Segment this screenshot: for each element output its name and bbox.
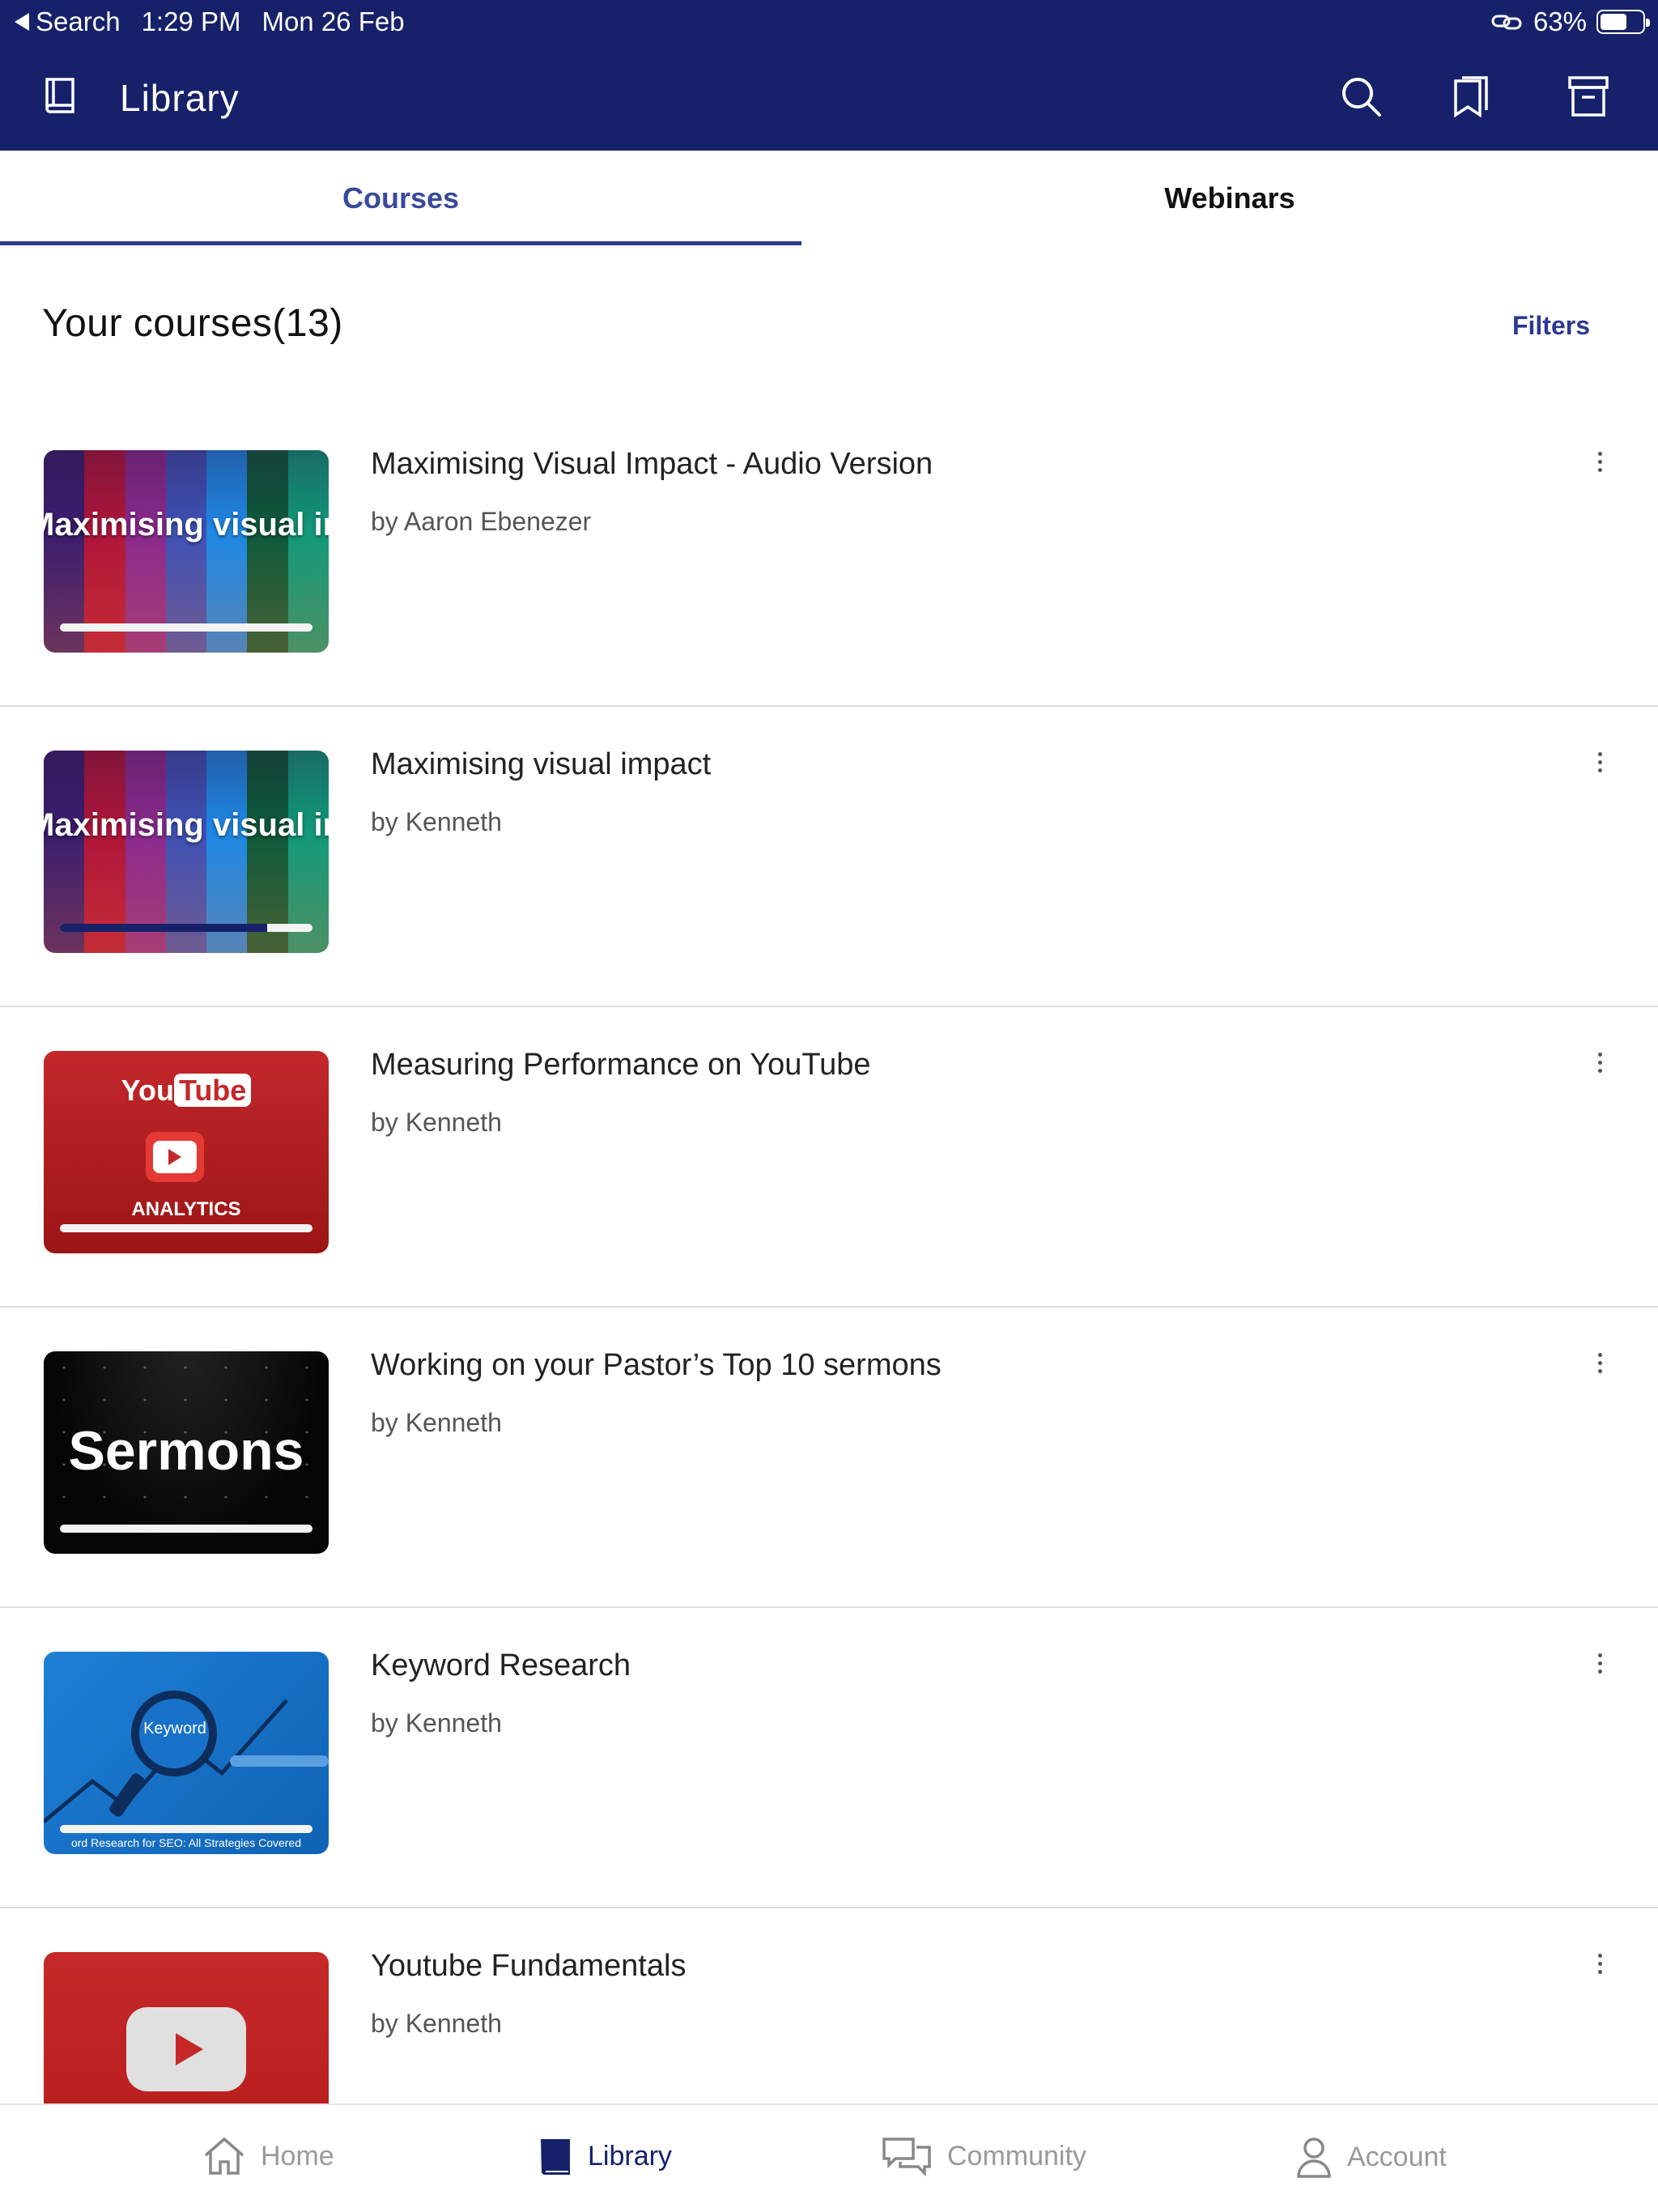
- account-icon: [1297, 2138, 1331, 2178]
- status-date: Mon 26 Feb: [261, 6, 405, 36]
- more-options-icon[interactable]: [1596, 1353, 1603, 1373]
- bookmarks-icon[interactable]: [1452, 74, 1490, 118]
- play-icon: [146, 1132, 204, 1182]
- course-title: Maximising visual impact: [371, 747, 712, 781]
- nav-library-label: Library: [588, 2140, 672, 2172]
- nav-library[interactable]: Library: [539, 2136, 672, 2176]
- section-title: Your courses(13): [42, 302, 343, 345]
- tab-webinars[interactable]: Webinars: [801, 151, 1658, 246]
- course-thumbnail: Maximising visual impact: [44, 751, 329, 953]
- search-icon[interactable]: [1339, 74, 1383, 118]
- course-thumbnail: Maximising visual impact: [44, 450, 329, 653]
- more-options-icon[interactable]: [1596, 1653, 1603, 1674]
- course-item[interactable]: Maximising visual impact Maximising visu…: [0, 707, 1658, 1007]
- thumbnail-text: Maximising visual impact: [44, 807, 329, 843]
- thumbnail-text: Keyword: [143, 1720, 206, 1738]
- course-author: by Kenneth: [371, 1708, 502, 1738]
- nav-account[interactable]: Account: [1295, 2136, 1447, 2178]
- archive-icon[interactable]: [1567, 74, 1609, 118]
- more-options-icon[interactable]: [1596, 452, 1603, 472]
- course-author: by Kenneth: [371, 1108, 502, 1137]
- back-label: Search: [36, 6, 121, 36]
- community-icon: [882, 2138, 931, 2176]
- nav-account-label: Account: [1347, 2141, 1447, 2172]
- more-options-icon[interactable]: [1596, 1053, 1603, 1073]
- course-item[interactable]: Sermons Working on your Pastor’s Top 10 …: [0, 1308, 1658, 1608]
- status-time: 1:29 PM: [141, 6, 241, 36]
- youtube-logo: You Tube: [44, 1074, 329, 1108]
- course-progress-bar: [60, 924, 312, 932]
- course-author: by Aaron Ebenezer: [371, 507, 592, 536]
- app-header-bar: Search 1:29 PM Mon 26 Feb 63% Library: [0, 0, 1658, 151]
- page-title: Library: [120, 77, 240, 119]
- course-title: Measuring Performance on YouTube: [371, 1048, 871, 1082]
- nav-community-label: Community: [947, 2140, 1086, 2172]
- play-icon: [126, 2007, 246, 2091]
- course-progress-bar: [60, 1525, 312, 1533]
- book-icon: [45, 78, 74, 113]
- battery-percent: 63%: [1533, 6, 1587, 36]
- course-title: Keyword Research: [371, 1648, 631, 1682]
- back-to-search-button[interactable]: Search: [15, 6, 121, 37]
- thumbnail-text: Sermons: [68, 1420, 304, 1482]
- course-progress-bar: [60, 1825, 312, 1833]
- bottom-navigation: Home Library Community Account: [0, 2104, 1658, 2212]
- link-icon: [1491, 15, 1522, 30]
- course-title: Working on your Pastor’s Top 10 sermons: [371, 1348, 942, 1382]
- nav-home[interactable]: Home: [202, 2136, 334, 2176]
- course-thumbnail: Keyword ord Research for SEO: All Strate…: [44, 1652, 329, 1854]
- course-item[interactable]: You Tube ANALYTICS Measuring Performance …: [0, 1007, 1658, 1308]
- course-title: Youtube Fundamentals: [371, 1949, 687, 1983]
- course-thumbnail: You Tube ANALYTICS: [44, 1051, 329, 1253]
- nav-home-label: Home: [261, 2140, 334, 2172]
- battery-icon: [1596, 10, 1650, 34]
- status-bar: Search 1:29 PM Mon 26 Feb 63%: [0, 0, 1658, 42]
- thumbnail-caption: ANALYTICS: [131, 1198, 241, 1220]
- course-author: by Kenneth: [371, 2009, 502, 2038]
- more-options-icon[interactable]: [1596, 752, 1603, 772]
- course-item[interactable]: Maximising visual impact Maximising Visu…: [0, 406, 1658, 707]
- course-thumbnail: Sermons: [44, 1351, 329, 1554]
- course-item[interactable]: Keyword ord Research for SEO: All Strate…: [0, 1608, 1658, 1908]
- home-icon: [204, 2137, 244, 2175]
- course-progress-bar: [60, 623, 312, 632]
- course-title: Maximising Visual Impact - Audio Version: [371, 447, 933, 481]
- thumbnail-text: Maximising visual impact: [44, 507, 329, 542]
- course-progress-bar: [60, 1224, 312, 1232]
- course-author: by Kenneth: [371, 807, 502, 836]
- library-tabs: Courses Webinars: [0, 151, 1658, 246]
- course-author: by Kenneth: [371, 1408, 502, 1437]
- thumbnail-caption: ord Research for SEO: All Strategies Cov…: [70, 1836, 302, 1849]
- back-arrow-icon: [15, 13, 29, 31]
- more-options-icon[interactable]: [1596, 1954, 1603, 1974]
- active-tab-indicator: [0, 241, 801, 245]
- filters-button[interactable]: Filters: [1512, 311, 1590, 341]
- library-icon: [541, 2139, 570, 2175]
- tab-courses[interactable]: Courses: [0, 151, 801, 246]
- nav-community[interactable]: Community: [881, 2136, 1086, 2176]
